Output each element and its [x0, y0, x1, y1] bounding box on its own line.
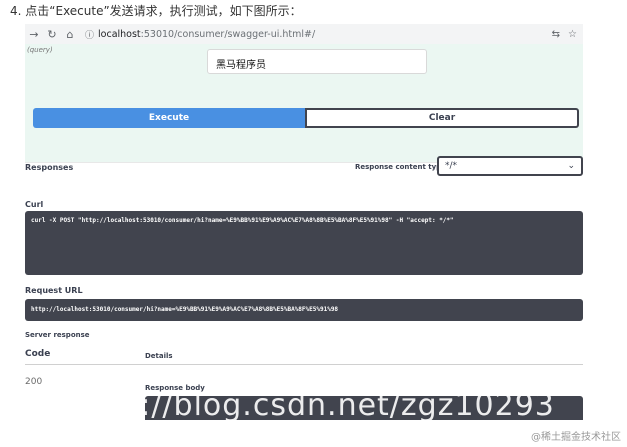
server-response-label: Server response [25, 331, 90, 339]
content-type-label: Response content type [355, 163, 446, 171]
info-icon[interactable]: ⓘ [85, 28, 94, 41]
request-url-block: http://localhost:53010/consumer/hi?name=… [25, 299, 583, 321]
responses-title: Responses [25, 163, 74, 172]
star-icon[interactable]: ☆ [568, 29, 577, 40]
forward-icon[interactable]: → [25, 28, 43, 41]
address-bar: → ↻ ⌂ ⓘ localhost :53010/consumer/swagge… [25, 24, 583, 44]
curl-command: curl -X POST "http://localhost:53010/con… [31, 217, 454, 224]
request-url-label: Request URL [25, 286, 83, 295]
curl-label: Curl [25, 200, 44, 209]
watermark-text: https://blog.csdn.net/zgz10293 [58, 388, 555, 423]
action-buttons: Execute Clear [33, 108, 579, 128]
clear-button[interactable]: Clear [305, 108, 579, 128]
browser-window: → ↻ ⌂ ⓘ localhost :53010/consumer/swagge… [25, 24, 583, 420]
step-instruction: 4. 点击“Execute”发送请求，执行测试，如下图所示： [10, 4, 302, 18]
parameters-panel: (query) 黑马程序员 Execute Clear [25, 44, 583, 162]
url-host: localhost [98, 28, 141, 40]
details-header: Details [145, 352, 173, 360]
credit-text: @稀土掘金技术社区 [531, 432, 621, 443]
name-input[interactable]: 黑马程序员 [207, 49, 427, 74]
execute-button[interactable]: Execute [33, 108, 305, 128]
content-type-value: */* [445, 161, 458, 171]
query-label: (query) [27, 46, 53, 54]
code-header: Code [25, 349, 51, 359]
reload-icon[interactable]: ↻ [43, 28, 61, 41]
header-divider [25, 364, 583, 365]
translate-icon[interactable]: ⇆ [552, 29, 560, 40]
chevron-down-icon: ⌄ [567, 161, 575, 171]
request-url-value: http://localhost:53010/consumer/hi?name=… [31, 306, 339, 313]
curl-block: curl -X POST "http://localhost:53010/con… [25, 211, 583, 275]
url-field[interactable]: ⓘ localhost :53010/consumer/swagger-ui.h… [85, 28, 315, 41]
home-icon[interactable]: ⌂ [61, 28, 79, 41]
response-code: 200 [25, 377, 43, 387]
url-path: :53010/consumer/swagger-ui.html#/ [140, 28, 316, 40]
responses-header: Responses Response content type */* ⌄ [25, 156, 583, 198]
content-type-select[interactable]: */* ⌄ [437, 156, 583, 176]
